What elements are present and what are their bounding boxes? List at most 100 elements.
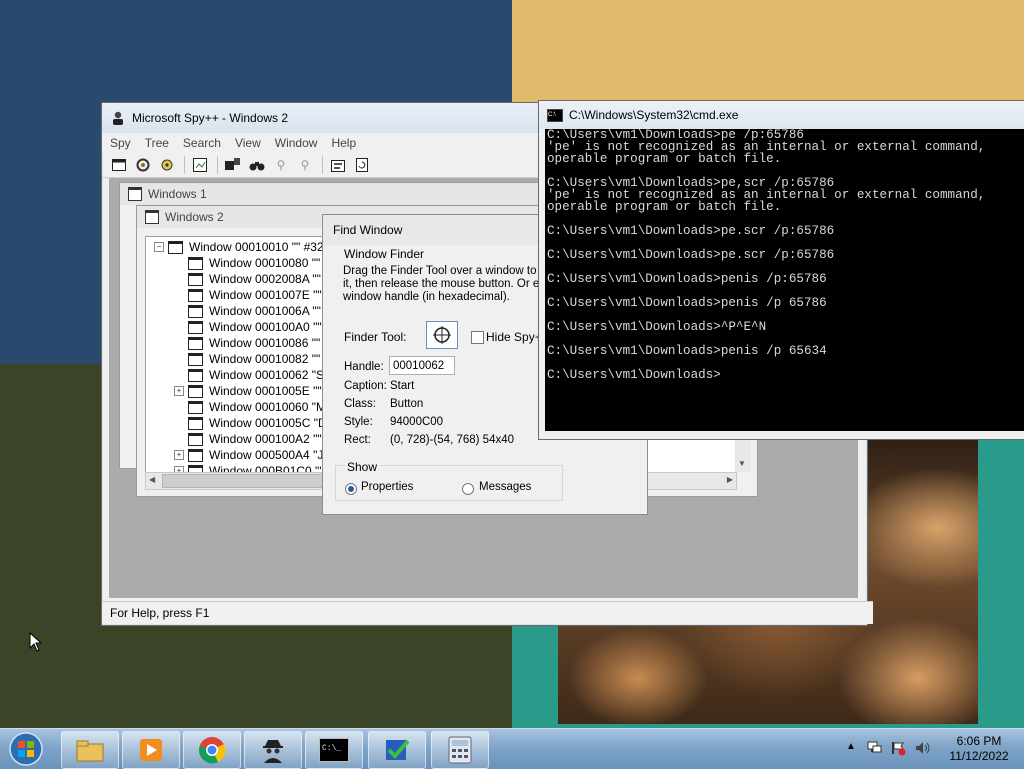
taskbar-cmd[interactable]: C:\_ [305, 731, 363, 769]
mdi-windows-1-titlebar[interactable]: Windows 1 [120, 183, 560, 205]
taskbar: C:\_ ▲ 6:06 PM 11/12/2022 [0, 728, 1024, 769]
find-prev-icon[interactable]: ⚲ [296, 156, 314, 174]
properties-icon[interactable] [329, 156, 347, 174]
find-window-icon[interactable] [224, 156, 242, 174]
tree-row[interactable]: + Window 000500A4 "Jun [174, 447, 337, 463]
window-icon [188, 256, 203, 270]
tree-row[interactable]: Window 0001007E "" to [188, 287, 335, 303]
spy-statusbar: For Help, press F1 [102, 601, 873, 624]
cmd-window[interactable]: C:\ C:\Windows\System32\cmd.exe C:\Users… [538, 100, 1024, 440]
window-icon [128, 187, 142, 201]
taskbar-explorer[interactable] [61, 731, 119, 769]
binoculars-icon[interactable] [248, 156, 266, 174]
menu-tree[interactable]: Tree [145, 136, 169, 150]
hide-spy-checkbox[interactable] [471, 331, 484, 344]
tree-row-label: Window 0001007E "" to [209, 288, 335, 302]
calculator-icon [448, 736, 472, 764]
toolbar-separator [217, 156, 218, 174]
tree-row[interactable]: Window 00010086 "" to [188, 335, 334, 351]
collapse-icon[interactable]: − [154, 242, 164, 252]
menu-help[interactable]: Help [331, 136, 356, 150]
menu-search[interactable]: Search [183, 136, 221, 150]
mouse-cursor-icon [29, 632, 43, 652]
taskbar-calculator[interactable] [431, 731, 489, 769]
handle-input[interactable]: 00010062 [389, 356, 455, 375]
window-icon [188, 416, 203, 430]
caption-value: Start [390, 380, 415, 392]
tree-row[interactable]: Window 0001006A "" to [188, 303, 334, 319]
tree-row[interactable]: Window 000100A2 "" T [188, 431, 332, 447]
window-icon [168, 240, 183, 254]
checklist-icon [386, 739, 410, 760]
rect-value: (0, 728)-(54, 768) 54x40 [390, 434, 515, 446]
threads-icon[interactable] [158, 156, 176, 174]
window-icon [188, 432, 203, 446]
expand-icon[interactable]: + [174, 450, 184, 460]
console-output[interactable]: C:\Users\vm1\Downloads>pe /p:65786 'pe' … [545, 129, 1024, 431]
clock[interactable]: 6:06 PM 11/12/2022 [944, 734, 1014, 764]
properties-label: Properties [361, 481, 414, 493]
tree-row[interactable]: Window 00010060 "MS [188, 399, 334, 415]
taskbar-chrome[interactable] [183, 731, 241, 769]
properties-radio[interactable] [345, 483, 357, 495]
tree-row-label: Window 0001006A "" to [209, 304, 335, 318]
network-icon[interactable] [866, 740, 882, 756]
start-button[interactable] [4, 731, 48, 767]
refresh-icon[interactable] [353, 156, 371, 174]
expand-icon[interactable]: + [174, 386, 184, 396]
clock-time: 6:06 PM [956, 734, 1002, 748]
crosshair-icon [433, 326, 451, 344]
tree-row-label: Window 000100A0 "" to [209, 320, 335, 334]
spy-title: Microsoft Spy++ - Windows 2 [132, 111, 289, 125]
style-value: 94000C00 [390, 416, 444, 428]
messages-radio[interactable] [462, 483, 474, 495]
cmd-icon: C:\ [547, 108, 563, 122]
console-line: C:\Users\vm1\Downloads>pe.scr /p:65786 [547, 224, 835, 238]
clock-date: 11/12/2022 [949, 749, 1009, 763]
tree-row[interactable]: Window 00010062 "Sta [188, 367, 334, 383]
windows-icon[interactable] [110, 156, 128, 174]
finder-tool[interactable] [426, 321, 458, 349]
find-next-icon[interactable]: ⚲ [272, 156, 290, 174]
tree-row[interactable]: Window 00010082 "" to [188, 351, 334, 367]
tree-row[interactable]: Window 00010080 "" to [188, 255, 334, 271]
class-value: Button [390, 398, 424, 410]
cmd-titlebar[interactable]: C:\ C:\Windows\System32\cmd.exe [539, 101, 1024, 129]
window-icon [188, 400, 203, 414]
taskbar-spy[interactable] [244, 731, 302, 769]
show-hidden-icons-icon[interactable]: ▲ [846, 741, 856, 752]
menu-window[interactable]: Window [275, 136, 318, 150]
instructions-line-3: window handle (in hexadecimal). [343, 291, 510, 303]
tree-row[interactable]: + Window 0001005E "" S [174, 383, 333, 399]
scroll-right-icon[interactable]: ▶ [727, 475, 733, 484]
scroll-left-icon[interactable]: ◀ [149, 475, 155, 484]
menu-view[interactable]: View [235, 136, 261, 150]
processes-icon[interactable] [134, 156, 152, 174]
tree-root[interactable]: − Window 00010010 "" #3276 [154, 239, 337, 255]
window-icon [188, 320, 203, 334]
volume-icon[interactable] [914, 740, 932, 756]
style-label: Style: [344, 416, 373, 428]
taskbar-checklist[interactable] [368, 731, 426, 769]
console-line: operable program or batch file. [547, 200, 782, 214]
tree-row-label: Window 00010062 "Sta [209, 368, 335, 382]
messages-label: Messages [479, 481, 532, 493]
scroll-down-icon[interactable]: ▼ [738, 459, 746, 468]
tree-row[interactable]: Window 0001005C "Def [188, 415, 337, 431]
menu-spy[interactable]: Spy [110, 136, 131, 150]
tree-row[interactable]: Window 0002008A "" to [188, 271, 334, 287]
log-messages-icon[interactable] [191, 156, 209, 174]
toolbar-separator [322, 156, 323, 174]
action-center-icon[interactable] [890, 740, 906, 756]
spy-icon [113, 111, 123, 125]
scroll-thumb[interactable] [162, 474, 324, 488]
console-line: C:\Users\vm1\Downloads>penis /p:65786 [547, 272, 827, 286]
console-line: C:\Users\vm1\Downloads>^P^E^N [547, 320, 767, 334]
tree-row-label: Window 00010086 "" to [209, 336, 334, 350]
window-icon [188, 288, 203, 302]
taskbar-media-player[interactable] [122, 731, 180, 769]
finder-tool-label: Finder Tool: [344, 330, 407, 344]
tree-row[interactable]: Window 000100A0 "" to [188, 319, 335, 335]
window-icon [188, 304, 203, 318]
system-tray: ▲ 6:06 PM 11/12/2022 [840, 729, 1024, 769]
